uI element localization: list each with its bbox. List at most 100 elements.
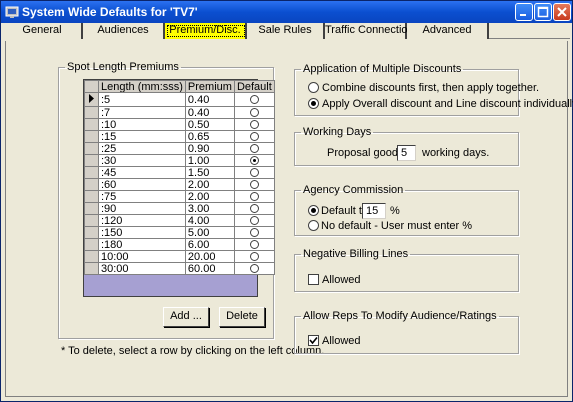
table-row[interactable]: :120 4.00 bbox=[84, 214, 275, 227]
default-cell[interactable] bbox=[233, 226, 275, 239]
commission-no-default-radio[interactable] bbox=[308, 220, 319, 231]
length-cell[interactable]: :180 bbox=[98, 238, 186, 251]
premium-cell[interactable]: 3.00 bbox=[184, 202, 235, 215]
length-cell[interactable]: :30 bbox=[98, 154, 186, 167]
table-row[interactable]: :60 2.00 bbox=[84, 178, 275, 191]
combine-discounts-radio[interactable] bbox=[308, 82, 319, 93]
table-row[interactable]: :90 3.00 bbox=[84, 202, 275, 215]
negative-billing-allowed-label[interactable]: Allowed bbox=[322, 274, 361, 286]
premium-cell[interactable]: 60.00 bbox=[184, 262, 235, 275]
length-cell[interactable]: :90 bbox=[98, 202, 186, 215]
default-cell[interactable] bbox=[233, 190, 275, 203]
default-cell[interactable] bbox=[233, 130, 275, 143]
length-cell[interactable]: 30:00 bbox=[98, 262, 186, 275]
default-cell[interactable] bbox=[233, 250, 275, 263]
row-selector[interactable] bbox=[84, 166, 99, 179]
default-cell[interactable] bbox=[233, 106, 275, 119]
row-selector[interactable] bbox=[84, 118, 99, 131]
apply-individually-label[interactable]: Apply Overall discount and Line discount… bbox=[322, 98, 573, 110]
table-row[interactable]: :180 6.00 bbox=[84, 238, 275, 251]
row-selector[interactable] bbox=[84, 178, 99, 191]
premium-cell[interactable]: 0.40 bbox=[184, 106, 235, 119]
row-selector[interactable] bbox=[84, 238, 99, 251]
row-selector[interactable] bbox=[84, 142, 99, 155]
premium-cell[interactable]: 20.00 bbox=[184, 250, 235, 263]
default-cell[interactable] bbox=[233, 262, 275, 275]
add-button[interactable]: Add ... bbox=[163, 307, 209, 327]
premium-cell[interactable]: 2.00 bbox=[184, 178, 235, 191]
premium-cell[interactable]: 1.00 bbox=[184, 154, 235, 167]
default-cell[interactable] bbox=[233, 202, 275, 215]
commission-no-default-label[interactable]: No default - User must enter % bbox=[321, 220, 472, 232]
table-row[interactable]: :75 2.00 bbox=[84, 190, 275, 203]
table-row[interactable]: :150 5.00 bbox=[84, 226, 275, 239]
length-cell[interactable]: :60 bbox=[98, 178, 186, 191]
default-radio[interactable] bbox=[249, 228, 259, 238]
table-row[interactable]: :45 1.50 bbox=[84, 166, 275, 179]
title-bar[interactable]: System Wide Defaults for 'TV7' bbox=[1, 1, 572, 23]
row-selector[interactable] bbox=[84, 202, 99, 215]
default-radio[interactable] bbox=[249, 156, 259, 166]
tab-sale-rules[interactable]: Sale Rules bbox=[247, 23, 325, 39]
commission-default-input[interactable]: 15 bbox=[362, 203, 386, 219]
length-cell[interactable]: :10 bbox=[98, 118, 186, 131]
default-radio[interactable] bbox=[249, 192, 259, 202]
premium-cell[interactable]: 4.00 bbox=[184, 214, 235, 227]
tab-advanced[interactable]: Advanced bbox=[407, 23, 489, 39]
premium-cell[interactable]: 5.00 bbox=[184, 226, 235, 239]
premium-cell[interactable]: 0.50 bbox=[184, 118, 235, 131]
default-cell[interactable] bbox=[233, 154, 275, 167]
premium-cell[interactable]: 0.90 bbox=[184, 142, 235, 155]
default-radio[interactable] bbox=[249, 95, 259, 105]
table-row[interactable]: :10 0.50 bbox=[84, 118, 275, 131]
row-selector[interactable] bbox=[84, 214, 99, 227]
length-cell[interactable]: :45 bbox=[98, 166, 186, 179]
commission-default-radio[interactable] bbox=[308, 205, 319, 216]
reps-modify-checkbox[interactable] bbox=[308, 335, 319, 346]
default-radio[interactable] bbox=[249, 252, 259, 262]
default-radio[interactable] bbox=[249, 108, 259, 118]
tab-premium-disc[interactable]: Premium/Disc. bbox=[165, 23, 247, 39]
tab-traffic-connection[interactable]: Traffic Connection bbox=[325, 23, 414, 39]
default-cell[interactable] bbox=[233, 92, 275, 107]
premium-grid[interactable]: Length (mm:sss) Premium Default :5 0.40:7… bbox=[83, 79, 275, 297]
table-row[interactable]: :25 0.90 bbox=[84, 142, 275, 155]
table-row[interactable]: :15 0.65 bbox=[84, 130, 275, 143]
table-row[interactable]: :7 0.40 bbox=[84, 106, 275, 119]
close-button[interactable] bbox=[553, 3, 571, 21]
row-selector[interactable] bbox=[84, 262, 99, 275]
default-radio[interactable] bbox=[249, 216, 259, 226]
length-cell[interactable]: :15 bbox=[98, 130, 186, 143]
row-selector[interactable] bbox=[84, 226, 99, 239]
default-radio[interactable] bbox=[249, 144, 259, 154]
tab-audiences[interactable]: Audiences bbox=[83, 23, 165, 39]
default-cell[interactable] bbox=[233, 214, 275, 227]
minimize-button[interactable] bbox=[515, 3, 533, 21]
apply-individually-radio[interactable] bbox=[308, 98, 319, 109]
length-cell[interactable]: :7 bbox=[98, 106, 186, 119]
default-radio[interactable] bbox=[249, 264, 259, 274]
table-row[interactable]: 30:00 60.00 bbox=[84, 262, 275, 275]
length-cell[interactable]: :25 bbox=[98, 142, 186, 155]
default-radio[interactable] bbox=[249, 168, 259, 178]
maximize-button[interactable] bbox=[534, 3, 552, 21]
combine-discounts-label[interactable]: Combine discounts first, then apply toge… bbox=[322, 82, 539, 94]
length-cell[interactable]: :75 bbox=[98, 190, 186, 203]
premium-cell[interactable]: 2.00 bbox=[184, 190, 235, 203]
premium-cell[interactable]: 1.50 bbox=[184, 166, 235, 179]
default-cell[interactable] bbox=[233, 166, 275, 179]
default-cell[interactable] bbox=[233, 178, 275, 191]
length-cell[interactable]: :120 bbox=[98, 214, 186, 227]
default-radio[interactable] bbox=[249, 120, 259, 130]
length-cell[interactable]: 10:00 bbox=[98, 250, 186, 263]
default-radio[interactable] bbox=[249, 240, 259, 250]
row-selector[interactable] bbox=[84, 154, 99, 167]
reps-modify-allowed-label[interactable]: Allowed bbox=[322, 335, 361, 347]
default-radio[interactable] bbox=[249, 132, 259, 142]
tab-general[interactable]: General bbox=[3, 23, 83, 39]
premium-cell[interactable]: 6.00 bbox=[184, 238, 235, 251]
premium-cell[interactable]: 0.65 bbox=[184, 130, 235, 143]
default-cell[interactable] bbox=[233, 142, 275, 155]
row-selector[interactable] bbox=[84, 106, 99, 119]
default-cell[interactable] bbox=[233, 118, 275, 131]
